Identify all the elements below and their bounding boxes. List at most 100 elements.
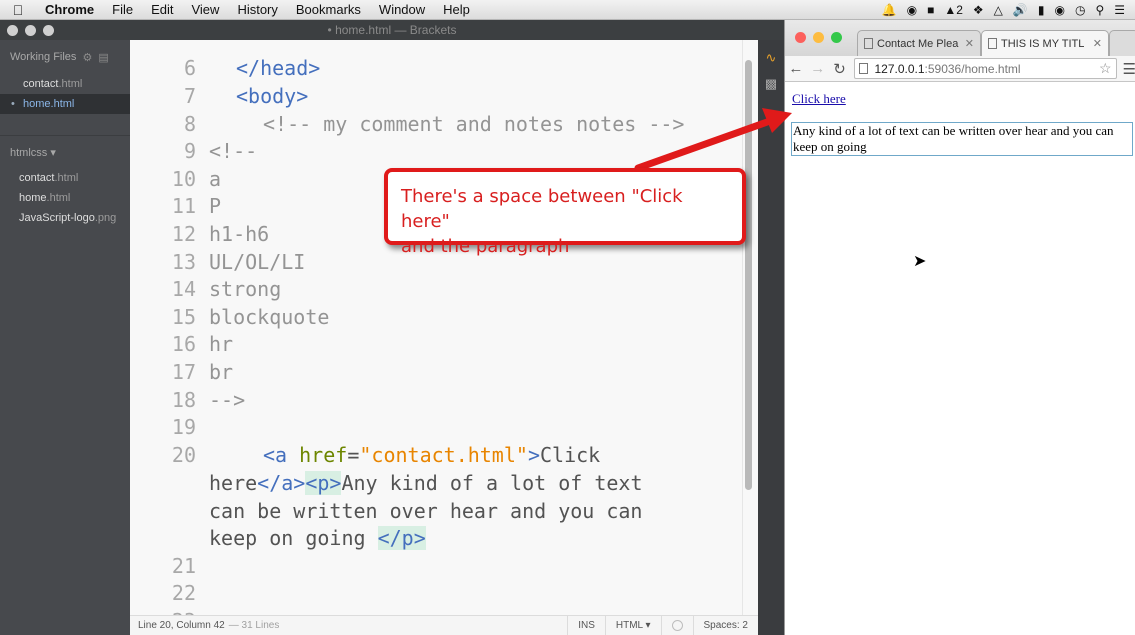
- chrome-menu-icon[interactable]: ☰: [1123, 60, 1135, 78]
- dropbox-icon[interactable]: ❖: [973, 3, 984, 17]
- language-selector[interactable]: HTML ▾: [604, 616, 661, 635]
- menu-view[interactable]: View: [182, 2, 228, 17]
- chrome-tab-strip: Contact Me Plea ✕ THIS IS MY TITL ✕: [785, 20, 1135, 56]
- menu-bookmarks[interactable]: Bookmarks: [287, 2, 370, 17]
- working-file-ext: .html: [58, 78, 83, 90]
- close-tab-icon[interactable]: ✕: [1093, 37, 1102, 50]
- bookmark-star-icon[interactable]: ☆: [1099, 60, 1112, 77]
- code-line-10: a: [209, 167, 222, 191]
- menu-file[interactable]: File: [103, 2, 142, 17]
- code-line-20-row-1: <a href="contact.html">Click: [263, 443, 600, 467]
- record-icon[interactable]: ◉: [907, 3, 917, 17]
- sidebar-divider: [0, 114, 130, 136]
- menu-edit[interactable]: Edit: [142, 2, 182, 17]
- page-icon: [988, 38, 997, 49]
- line-number: 19: [171, 415, 196, 439]
- close-window-icon[interactable]: [795, 32, 806, 43]
- linter-status[interactable]: [660, 616, 693, 635]
- working-file-ext: .html: [50, 98, 75, 110]
- adobe-badge: 2: [956, 2, 963, 17]
- line-number: 22: [171, 581, 196, 605]
- working-file-home[interactable]: • home.html: [0, 94, 130, 114]
- reload-icon[interactable]: ↻: [829, 60, 851, 78]
- line-count: — 31 Lines: [228, 620, 280, 631]
- indent-spaces-setting[interactable]: Spaces: 2: [692, 616, 758, 635]
- gear-icon[interactable]: ⚙: [82, 51, 92, 64]
- code-line-8: <!-- my comment and notes notes -->: [263, 112, 685, 136]
- line-number: 9: [183, 139, 196, 163]
- cursor-position: Line 20, Column 42: [138, 620, 225, 631]
- code-line-17: br: [209, 360, 234, 384]
- zoom-window-icon[interactable]: [831, 32, 842, 43]
- project-file-contact[interactable]: contact.html: [0, 168, 130, 188]
- brackets-sidebar: Working Files ⚙ ▤ contact.html • home.ht…: [0, 40, 130, 635]
- page-info-icon[interactable]: [859, 63, 869, 74]
- tab-title: THIS IS MY TITL: [1001, 37, 1085, 50]
- back-arrow-icon[interactable]: ←: [785, 60, 807, 77]
- editor-scrollbar[interactable]: [745, 60, 752, 490]
- line-number: 16: [171, 332, 196, 356]
- menu-help[interactable]: Help: [434, 2, 479, 17]
- line-number: 18: [171, 388, 196, 412]
- token-text: Any kind of a lot of text: [341, 471, 643, 495]
- click-here-link[interactable]: Click here: [792, 91, 846, 107]
- tab-home[interactable]: THIS IS MY TITL ✕: [981, 30, 1109, 56]
- annotation-callout: There's a space between "Click here" and…: [384, 168, 746, 257]
- close-tab-icon[interactable]: ✕: [965, 37, 974, 50]
- url-host: 127.0.0.1: [874, 61, 925, 76]
- project-file-javascript-logo[interactable]: JavaScript-logo.png: [0, 208, 130, 228]
- spotlight-search-icon[interactable]: ⚲: [1095, 3, 1104, 17]
- notification-center-icon[interactable]: ☰: [1114, 3, 1125, 17]
- drive-icon[interactable]: △: [994, 3, 1003, 17]
- battery-icon[interactable]: ▮: [1038, 3, 1045, 17]
- evernote-icon[interactable]: ■: [927, 3, 934, 17]
- project-file-name: contact: [19, 172, 55, 184]
- mouse-cursor-icon: ➤: [913, 251, 927, 270]
- token-eq: =: [347, 443, 360, 467]
- line-number: 17: [171, 360, 196, 384]
- wifi-icon[interactable]: ◉: [1054, 3, 1064, 17]
- apple-menu-icon[interactable]: : [0, 2, 36, 18]
- volume-icon[interactable]: 🔊: [1013, 3, 1028, 17]
- code-line-20-row-4: keep on going </p>: [209, 526, 426, 550]
- notification-bell-icon[interactable]: 🔔: [882, 3, 897, 17]
- working-files-header: Working Files ⚙ ▤: [0, 40, 130, 74]
- line-number: 13: [171, 250, 196, 274]
- project-file-name: home: [19, 192, 47, 204]
- editor-scroll-track: [742, 40, 743, 635]
- code-editor[interactable]: 6 7 8 9 10 11 12 13 14 15 16 17 18 19 20…: [130, 40, 758, 635]
- project-dropdown[interactable]: htmlcss ▾: [0, 136, 130, 168]
- line-number: 21: [171, 554, 196, 578]
- url-text: 127.0.0.1:59036/home.html: [874, 62, 1020, 76]
- time-machine-icon[interactable]: ◷: [1075, 3, 1085, 17]
- project-file-home[interactable]: home.html: [0, 188, 130, 208]
- statusbar-right: INS HTML ▾ Spaces: 2: [567, 616, 758, 635]
- token-tag: <a: [263, 443, 288, 467]
- brackets-titlebar: • home.html — Brackets: [0, 20, 784, 40]
- menu-history[interactable]: History: [228, 2, 286, 17]
- minimize-window-icon[interactable]: [813, 32, 824, 43]
- line-number: 10: [171, 167, 196, 191]
- page-paragraph: Any kind of a lot of text can be written…: [791, 122, 1133, 156]
- split-view-icon[interactable]: ▤: [98, 51, 108, 64]
- code-line-14: strong: [209, 277, 282, 301]
- forward-arrow-icon[interactable]: →: [807, 60, 829, 77]
- insert-mode-toggle[interactable]: INS: [567, 616, 605, 635]
- new-tab-button[interactable]: [1109, 30, 1135, 56]
- address-bar[interactable]: 127.0.0.1:59036/home.html ☆: [854, 58, 1117, 79]
- token-tag: </a>: [257, 471, 306, 495]
- extension-manager-icon[interactable]: ▩: [763, 76, 779, 92]
- line-number: 14: [171, 277, 196, 301]
- code-line-20-row-2: here</a><p>Any kind of a lot of text: [209, 471, 643, 495]
- tab-contact-me[interactable]: Contact Me Plea ✕: [857, 30, 981, 56]
- line-number: 15: [171, 305, 196, 329]
- adobe-icon[interactable]: ▲2: [944, 3, 963, 17]
- menu-window[interactable]: Window: [370, 2, 434, 17]
- working-file-contact[interactable]: contact.html: [0, 74, 130, 94]
- menu-chrome[interactable]: Chrome: [36, 2, 103, 17]
- code-line-9: <!--: [209, 139, 258, 163]
- token-string: "contact.html": [359, 443, 528, 467]
- live-preview-icon[interactable]: ∿: [763, 50, 779, 66]
- line-number: 7: [183, 84, 196, 108]
- line-number: 8: [183, 112, 196, 136]
